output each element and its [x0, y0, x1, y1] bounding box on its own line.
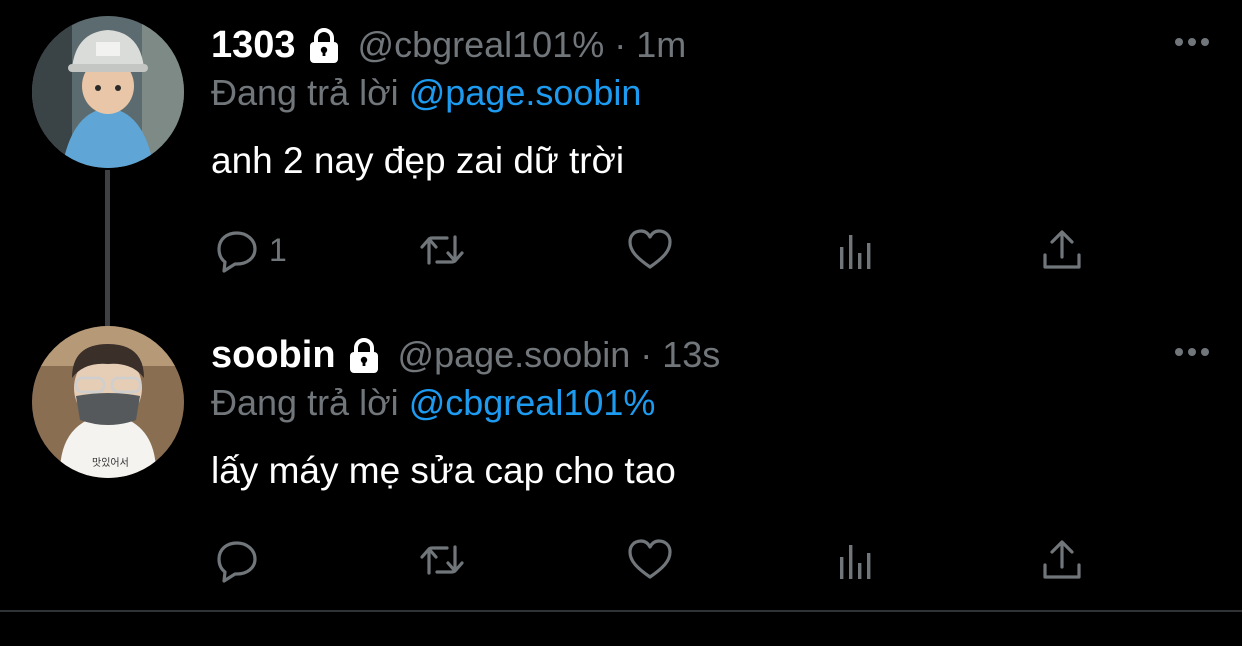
share-icon: [1043, 230, 1081, 269]
tweet-text: lấy máy mẹ sửa cap cho tao: [211, 450, 676, 491]
tweet-header: 1303 @cbgreal101% · 1m: [211, 22, 686, 68]
reply-button[interactable]: 1: [211, 224, 287, 276]
svg-text:맛있어서: 맛있어서: [92, 457, 129, 469]
retweet-button[interactable]: [417, 534, 467, 586]
like-button[interactable]: [625, 534, 675, 586]
timestamp[interactable]: 13s: [662, 334, 720, 376]
user-handle[interactable]: @cbgreal101%: [358, 24, 605, 66]
tweet-actions: 1: [211, 224, 1111, 276]
heart-icon: [628, 229, 672, 269]
retweet-icon: [420, 545, 464, 575]
replying-to: Đang trả lời @cbgreal101%: [211, 382, 655, 424]
reply-icon: [217, 231, 257, 273]
thread-line: [105, 170, 110, 326]
reply-count: 1: [269, 231, 287, 268]
replying-to-mention[interactable]: @page.soobin: [409, 72, 642, 113]
avatar[interactable]: [32, 16, 184, 168]
reply-icon: [217, 541, 257, 583]
replying-to: Đang trả lời @page.soobin: [211, 72, 641, 114]
tweet-header: soobin @page.soobin · 13s: [211, 332, 720, 378]
user-handle[interactable]: @page.soobin: [398, 334, 631, 376]
display-name[interactable]: soobin: [211, 334, 336, 377]
separator-dot: ·: [614, 24, 627, 65]
share-icon: [1043, 540, 1081, 579]
stats-button[interactable]: [831, 224, 881, 276]
separator-dot: ·: [640, 334, 653, 375]
reply-button[interactable]: [211, 534, 269, 586]
lock-icon: [344, 335, 384, 375]
replying-to-label: Đang trả lời: [211, 72, 399, 113]
display-name[interactable]: 1303: [211, 24, 296, 67]
tweet-actions: [211, 534, 1111, 586]
lock-icon: [304, 25, 344, 65]
retweet-button[interactable]: [417, 224, 467, 276]
tweet-text: anh 2 nay đẹp zai dữ trời: [211, 140, 625, 181]
share-button[interactable]: [1037, 534, 1087, 586]
replying-to-mention[interactable]: @cbgreal101%: [409, 382, 656, 423]
tweet[interactable]: 1303 @cbgreal101% · 1m Đang trả lời @pag…: [0, 0, 1242, 326]
divider: [0, 610, 1242, 612]
stats-button[interactable]: [831, 534, 881, 586]
replying-to-label: Đang trả lời: [211, 382, 399, 423]
share-button[interactable]: [1037, 224, 1087, 276]
like-button[interactable]: [625, 224, 675, 276]
stats-icon: [840, 545, 871, 579]
retweet-icon: [420, 235, 464, 265]
more-icon[interactable]: [1172, 340, 1212, 364]
stats-icon: [840, 235, 871, 269]
avatar[interactable]: 맛있어서: [32, 326, 184, 478]
heart-icon: [628, 539, 672, 579]
tweet[interactable]: 맛있어서 soobin @page.soobin · 13s Đang trả …: [0, 310, 1242, 610]
timestamp[interactable]: 1m: [636, 24, 686, 66]
more-icon[interactable]: [1172, 30, 1212, 54]
